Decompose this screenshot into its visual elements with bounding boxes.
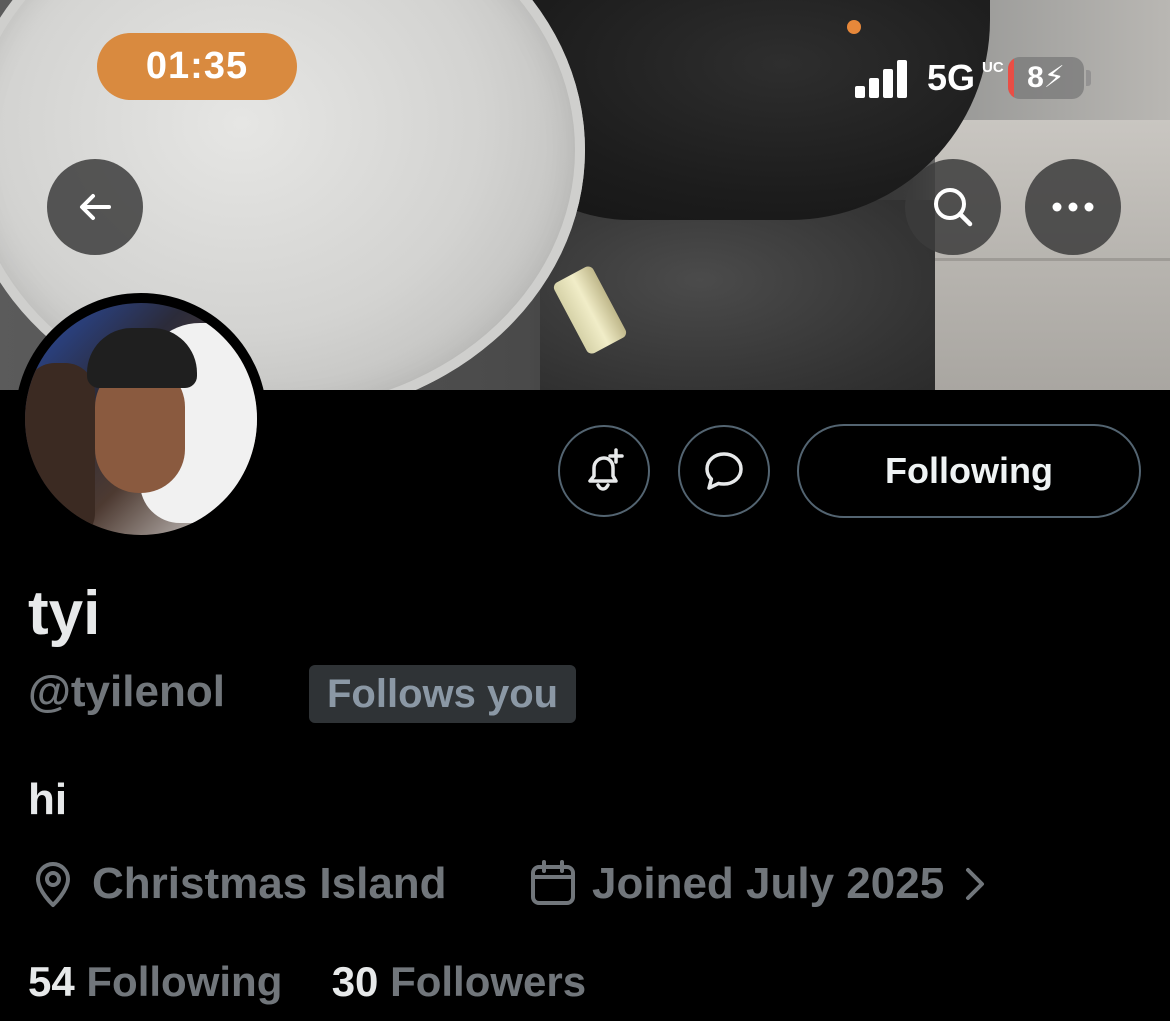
- bell-plus-icon: [588, 448, 624, 491]
- avatar[interactable]: [15, 293, 267, 545]
- arrow-left-icon: [80, 194, 111, 220]
- battery-level: 8⚡: [1027, 61, 1065, 94]
- calendar-icon: [531, 860, 575, 905]
- location-text: Christmas Island: [92, 859, 447, 908]
- location-pin-icon: [36, 862, 70, 907]
- joined-text: Joined July 2025: [592, 859, 945, 908]
- notifications-button[interactable]: [558, 425, 650, 517]
- signal-icon: [855, 58, 915, 98]
- network-sub: UC: [982, 59, 1004, 76]
- chevron-right-icon: [966, 868, 985, 900]
- follow-stats: 54 Following 30 Followers: [28, 954, 586, 1010]
- battery-tip: [1086, 70, 1091, 86]
- banner-floor-line: [935, 258, 1170, 261]
- search-icon: [934, 188, 973, 227]
- search-button[interactable]: [905, 159, 1001, 255]
- following-label: Following: [86, 958, 283, 1005]
- status-time: 01:35: [97, 33, 297, 100]
- display-name: tyi: [28, 579, 101, 648]
- chat-bubble-icon: [705, 452, 743, 490]
- message-button[interactable]: [678, 425, 770, 517]
- privacy-indicator-dot: [847, 20, 861, 34]
- back-button[interactable]: [47, 159, 143, 255]
- battery-icon: 8⚡: [1008, 57, 1084, 99]
- banner-floor: [935, 120, 1170, 390]
- follows-you-badge: Follows you: [309, 665, 577, 723]
- user-handle: @tyilenol: [28, 667, 225, 716]
- followers-count: 30: [331, 958, 379, 1005]
- followers-link[interactable]: 30 Followers: [332, 958, 586, 1005]
- ellipsis-icon: [1052, 202, 1094, 212]
- following-count: 54: [28, 958, 75, 1005]
- bio: hi: [28, 775, 68, 824]
- following-button[interactable]: Following: [797, 424, 1141, 518]
- following-link[interactable]: 54 Following: [28, 958, 282, 1005]
- followers-label: Followers: [390, 958, 587, 1005]
- bolt-icon: ⚡: [1043, 61, 1065, 94]
- joined-date[interactable]: Joined July 2025: [528, 856, 986, 912]
- network-type: 5G: [927, 57, 976, 98]
- more-button[interactable]: [1025, 159, 1121, 255]
- location: Christmas Island: [28, 856, 447, 912]
- avatar-photo: [25, 303, 257, 535]
